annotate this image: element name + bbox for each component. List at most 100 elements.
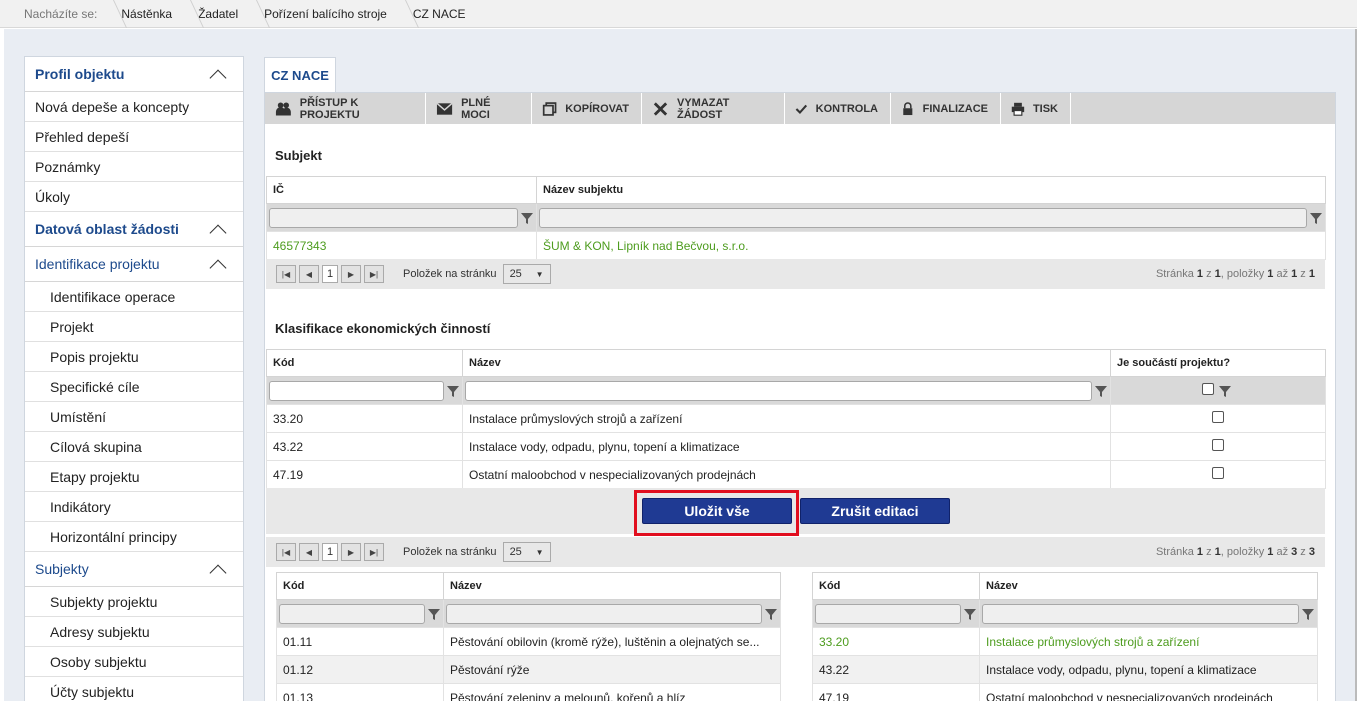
sidebar-item-prehled-depesi[interactable]: Přehled depeší xyxy=(25,122,243,152)
sidebar-section-datova-oblast[interactable]: Datová oblast žádosti xyxy=(25,212,243,247)
sidebar-item-projekt[interactable]: Projekt xyxy=(25,312,243,342)
sidebar-item-etapy-projektu[interactable]: Etapy projektu xyxy=(25,462,243,492)
column-header-soucasti[interactable]: Je součástí projektu? xyxy=(1110,349,1326,377)
column-header-ic[interactable]: IČ xyxy=(266,176,537,204)
sidebar-item-cilova-skupina[interactable]: Cílová skupina xyxy=(25,432,243,462)
breadcrumb-item-zadatel[interactable]: Žadatel xyxy=(186,0,252,28)
copy-button[interactable]: KOPÍROVAT xyxy=(532,93,642,124)
last-page-icon[interactable]: ▶| xyxy=(364,265,384,283)
column-header-nazev-subjektu[interactable]: Název subjektu xyxy=(536,176,1326,204)
table-row[interactable]: 47.19 Ostatní maloobchod v nespecializov… xyxy=(812,683,1318,701)
column-header-kod[interactable]: Kód xyxy=(276,572,444,600)
sidebar-section-subjekty[interactable]: Subjekty xyxy=(25,552,243,587)
filter-icon[interactable] xyxy=(1309,211,1323,225)
first-page-icon[interactable]: |◀ xyxy=(276,543,296,561)
table-row[interactable]: 47.19 Ostatní maloobchod v nespecializov… xyxy=(266,460,1326,489)
check-icon xyxy=(795,104,808,114)
table-row[interactable]: 43.22 Instalace vody, odpadu, plynu, top… xyxy=(812,655,1318,684)
finalize-button[interactable]: FINALIZACE xyxy=(891,93,1001,124)
sidebar-item-subjekty-projektu[interactable]: Subjekty projektu xyxy=(25,587,243,617)
filter-icon[interactable] xyxy=(1218,384,1232,398)
table-row[interactable]: 01.11 Pěstování obilovin (kromě rýže), l… xyxy=(276,627,781,656)
caret-down-icon: ▼ xyxy=(535,547,544,557)
chevron-up-icon[interactable] xyxy=(209,564,227,574)
breadcrumb-item-project[interactable]: Pořízení balícího stroje xyxy=(252,0,401,28)
table-row[interactable]: 33.20 Instalace průmyslových strojů a za… xyxy=(266,404,1326,433)
sidebar-item-umisteni[interactable]: Umístění xyxy=(25,402,243,432)
cancel-edit-button[interactable]: Zrušit editaci xyxy=(800,498,950,524)
column-header-nazev[interactable]: Název xyxy=(979,572,1318,600)
column-header-kod[interactable]: Kód xyxy=(266,349,463,377)
prev-page-icon[interactable]: ◀ xyxy=(299,265,319,283)
column-header-nazev[interactable]: Název xyxy=(443,572,781,600)
filter-checkbox[interactable] xyxy=(1202,382,1215,395)
last-page-icon[interactable]: ▶| xyxy=(364,543,384,561)
sidebar-item-nova-depese[interactable]: Nová depeše a koncepty xyxy=(25,92,243,122)
per-page-select[interactable]: 25 ▼ xyxy=(502,264,551,284)
row-checkbox[interactable] xyxy=(1212,467,1224,479)
delete-application-button[interactable]: VYMAZAT ŽÁDOST xyxy=(642,93,785,124)
row-checkbox[interactable] xyxy=(1212,411,1224,423)
sidebar-item-adresy-subjektu[interactable]: Adresy subjektu xyxy=(25,617,243,647)
chevron-up-icon[interactable] xyxy=(209,69,227,79)
table-row[interactable]: 01.13 Pěstování zeleniny a melounů, koře… xyxy=(276,683,781,701)
table-row[interactable]: 43.22 Instalace vody, odpadu, plynu, top… xyxy=(266,432,1326,461)
check-button[interactable]: KONTROLA xyxy=(785,93,891,124)
sidebar-item-indikatory[interactable]: Indikátory xyxy=(25,492,243,522)
cell-nazev: Pěstování zeleniny a melounů, kořenů a h… xyxy=(443,683,781,701)
table-row[interactable]: 01.12 Pěstování rýže xyxy=(276,655,781,684)
next-page-icon[interactable]: ▶ xyxy=(341,543,361,561)
filter-input-nazev[interactable] xyxy=(982,603,1299,624)
filter-input-ic[interactable] xyxy=(269,207,518,228)
sidebar-item-specificke-cile[interactable]: Specifické cíle xyxy=(25,372,243,402)
filter-input-kod[interactable] xyxy=(279,603,425,624)
sidebar-item-horizontalni-principy[interactable]: Horizontální principy xyxy=(25,522,243,552)
filter-icon[interactable] xyxy=(963,607,977,621)
column-header-nazev[interactable]: Název xyxy=(462,349,1111,377)
filter-input-kod[interactable] xyxy=(815,603,961,624)
sidebar-item-osoby-subjektu[interactable]: Osoby subjektu xyxy=(25,647,243,677)
table-row[interactable]: 33.20 Instalace průmyslových strojů a za… xyxy=(812,627,1318,656)
filter-input-nazev[interactable] xyxy=(539,207,1307,228)
table-row[interactable]: 46577343 ŠUM & KON, Lipník nad Bečvou, s… xyxy=(266,231,1326,260)
cell-checkbox xyxy=(1110,404,1326,433)
sidebar-section-identifikace[interactable]: Identifikace projektu xyxy=(25,247,243,282)
column-header-kod[interactable]: Kód xyxy=(812,572,980,600)
per-page-select[interactable]: 25 ▼ xyxy=(502,542,551,562)
sidebar-section-profil[interactable]: Profil objektu xyxy=(25,57,243,92)
prev-page-icon[interactable]: ◀ xyxy=(299,543,319,561)
sidebar-item-poznamky[interactable]: Poznámky xyxy=(25,152,243,182)
cell-kod: 01.13 xyxy=(276,683,444,701)
chevron-up-icon[interactable] xyxy=(209,224,227,234)
filter-input-nazev[interactable] xyxy=(465,380,1092,401)
filter-input-nazev[interactable] xyxy=(446,603,762,624)
available-nace-table: Kód Název 01.11 Pěstování obilovin (krom… xyxy=(276,572,781,701)
power-of-attorney-button[interactable]: PLNÉ MOCI xyxy=(426,93,532,124)
klasifikace-title: Klasifikace ekonomických činností xyxy=(275,321,491,336)
next-page-icon[interactable]: ▶ xyxy=(341,265,361,283)
breadcrumb-item-nastenka[interactable]: Nástěnka xyxy=(109,0,186,28)
toolbar-label: PŘÍSTUP K PROJEKTU xyxy=(299,96,360,121)
sidebar-item-identifikace-operace[interactable]: Identifikace operace xyxy=(25,282,243,312)
filter-input-kod[interactable] xyxy=(269,380,444,401)
filter-icon[interactable] xyxy=(1301,607,1315,621)
filter-icon[interactable] xyxy=(1094,384,1108,398)
access-project-button[interactable]: PŘÍSTUP K PROJEKTU xyxy=(265,93,426,124)
filter-icon[interactable] xyxy=(446,384,460,398)
row-checkbox[interactable] xyxy=(1212,439,1224,451)
cell-nazev[interactable]: ŠUM & KON, Lipník nad Bečvou, s.r.o. xyxy=(536,231,1326,260)
filter-icon[interactable] xyxy=(520,211,534,225)
klasifikace-pager: |◀ ◀ 1 ▶ ▶| Položek na stránku 25 ▼ Strán… xyxy=(266,537,1325,567)
cell-ic[interactable]: 46577343 xyxy=(266,231,537,260)
sidebar-item-ucty-subjektu[interactable]: Účty subjektu xyxy=(25,677,243,701)
page-number[interactable]: 1 xyxy=(322,543,338,561)
sidebar-item-ukoly[interactable]: Úkoly xyxy=(25,182,243,212)
sidebar-item-popis-projektu[interactable]: Popis projektu xyxy=(25,342,243,372)
filter-icon[interactable] xyxy=(427,607,441,621)
tab-cz-nace[interactable]: CZ NACE xyxy=(264,57,336,93)
filter-icon[interactable] xyxy=(764,607,778,621)
print-button[interactable]: TISK xyxy=(1001,93,1071,124)
first-page-icon[interactable]: |◀ xyxy=(276,265,296,283)
page-number[interactable]: 1 xyxy=(322,265,338,283)
chevron-up-icon[interactable] xyxy=(209,259,227,269)
